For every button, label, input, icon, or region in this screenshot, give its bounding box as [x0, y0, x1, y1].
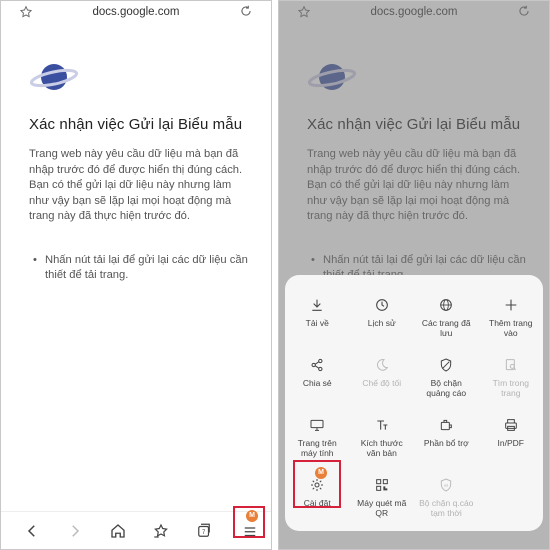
- download-icon: [312, 299, 322, 311]
- menu-item-addon[interactable]: Phần bổ trợ: [414, 411, 479, 471]
- print-icon: [504, 419, 517, 431]
- menu-item-label: Trang trên máy tính: [297, 438, 337, 458]
- menu-item-download[interactable]: Tải về: [285, 291, 350, 351]
- settings-badge: M: [315, 467, 327, 479]
- address-bar: docs.google.com: [1, 1, 271, 25]
- menu-item-label: Chia sẻ: [302, 378, 332, 388]
- planet-icon: [29, 64, 79, 90]
- menu-item-label: Chế độ tối: [362, 378, 402, 388]
- menu-item-label: Thêm trang vào: [489, 318, 533, 338]
- menu-item-shield[interactable]: Bộ chặn quảng cáo: [414, 351, 479, 411]
- text-size-icon: [377, 420, 388, 430]
- menu-item-label: Phần bổ trợ: [423, 438, 469, 448]
- url-text[interactable]: docs.google.com: [1, 6, 271, 18]
- bookmarks-icon[interactable]: [152, 522, 170, 540]
- addon-icon: [441, 419, 453, 431]
- forward-icon[interactable]: [66, 522, 84, 540]
- reload-icon[interactable]: [239, 4, 253, 18]
- tabs-icon[interactable]: 7: [195, 522, 213, 540]
- menu-item-label: Tìm trong trang: [492, 378, 529, 398]
- menu-item-label: Bộ chặn q.cáo tạm thời: [419, 498, 474, 518]
- menu-item-label: Máy quét mã QR: [357, 498, 407, 518]
- desktop-icon: [310, 419, 324, 431]
- svg-text:ad: ad: [444, 482, 448, 487]
- plus-icon: [505, 299, 517, 311]
- menu-item-globe[interactable]: Các trang đã lưu: [414, 291, 479, 351]
- bullet-item: • Nhấn nút tải lại để gửi lại các dữ liệ…: [33, 253, 253, 284]
- menu-item-history[interactable]: Lịch sử: [350, 291, 415, 351]
- menu-item-label: Các trang đã lưu: [421, 318, 471, 338]
- menu-badge: M: [246, 510, 258, 522]
- moon-icon: [376, 359, 388, 371]
- menu-item-find: Tìm trong trang: [479, 351, 544, 411]
- menu-item-qr[interactable]: Máy quét mã QR: [350, 471, 415, 531]
- shield-ad-icon: ad: [441, 478, 452, 492]
- globe-icon: [440, 299, 453, 311]
- back-icon[interactable]: [23, 522, 41, 540]
- menu-item-label: Lịch sử: [367, 318, 396, 328]
- svg-text:7: 7: [202, 530, 206, 536]
- menu-item-print[interactable]: In/PDF: [479, 411, 544, 471]
- menu-item-label: Tải về: [305, 318, 329, 328]
- page-title: Xác nhận việc Gửi lại Biểu mẫu: [29, 116, 243, 133]
- bullet-text: Nhấn nút tải lại để gửi lại các dữ liệu …: [45, 253, 248, 282]
- menu-item-label: Bộ chặn quảng cáo: [426, 378, 467, 398]
- menu-item-shield-ad: ad Bộ chặn q.cáo tạm thời: [414, 471, 479, 531]
- bullet-dot: •: [33, 253, 37, 266]
- page-content: Xác nhận việc Gửi lại Biểu mẫu Trang web…: [29, 57, 253, 284]
- page-description: Trang web này yêu cầu dữ liệu mà bạn đã …: [29, 148, 243, 222]
- history-icon: [375, 299, 388, 311]
- menu-item-label: In/PDF: [497, 438, 524, 448]
- menu-item-moon: Chế độ tối: [350, 351, 415, 411]
- find-icon: [505, 359, 516, 371]
- home-icon[interactable]: [109, 522, 127, 540]
- menu-item-share[interactable]: Chia sẻ: [285, 351, 350, 411]
- share-icon: [311, 358, 323, 372]
- shield-icon: [441, 358, 452, 372]
- bottom-navigation: 7: [1, 511, 271, 549]
- left-screen: docs.google.com Xác nhận việc Gửi lại Bi…: [0, 0, 272, 550]
- menu-item-plus[interactable]: Thêm trang vào: [479, 291, 544, 351]
- menu-item-text-size[interactable]: Kích thước văn bản: [350, 411, 415, 471]
- menu-item-label: Kích thước văn bản: [360, 438, 403, 458]
- qr-icon: [375, 479, 388, 491]
